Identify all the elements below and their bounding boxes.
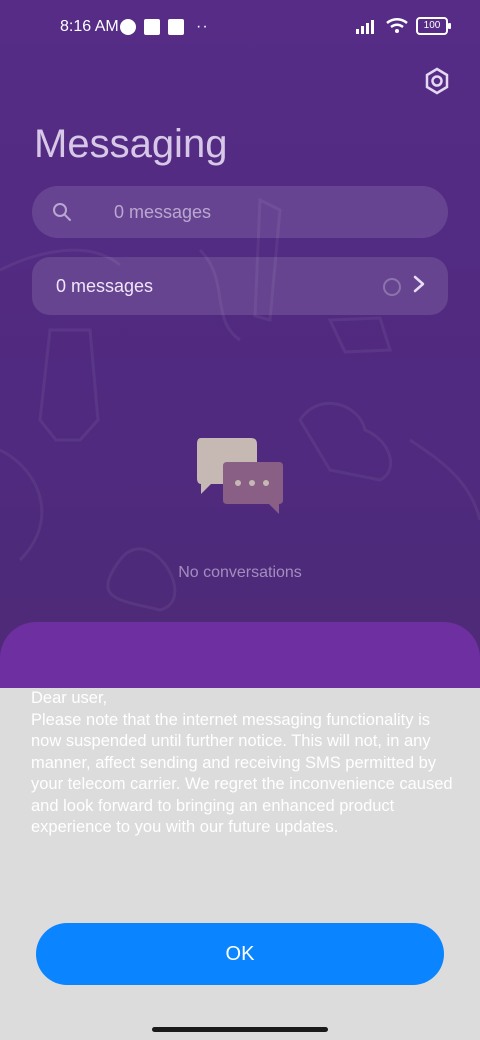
notification-app-icon [120, 19, 136, 35]
dialog-message: Dear user, Please note that the internet… [31, 689, 453, 836]
chat-bubbles-icon [197, 438, 283, 514]
battery-icon: 100 [416, 17, 451, 35]
search-icon [53, 203, 71, 221]
search-placeholder: 0 messages [114, 202, 212, 222]
status-notification-icons: ·· [120, 17, 209, 37]
signal-icon [356, 20, 374, 34]
messages-count-label: 0 messages [56, 276, 154, 296]
wifi-icon [386, 18, 408, 33]
empty-state-text: No conversations [178, 564, 302, 581]
settings-button[interactable] [422, 66, 452, 96]
status-more-icon: ·· [196, 18, 209, 35]
status-bar: 8:16 AM ·· 100 [0, 0, 480, 56]
notice-dialog: Dear user, Please note that the internet… [0, 688, 480, 1040]
settings-hex-icon [425, 67, 449, 95]
status-time: 8:16 AM [60, 18, 119, 35]
messages-summary-row[interactable]: 0 messages [32, 257, 448, 315]
ok-button[interactable]: OK [36, 923, 444, 985]
home-indicator[interactable] [152, 1027, 328, 1032]
chevron-right-icon [413, 275, 425, 293]
page-title: Messaging [34, 122, 228, 166]
status-right-icons: 100 [356, 17, 451, 35]
notification-square-icon [144, 19, 160, 35]
notification-arrow-icon [168, 19, 184, 35]
unread-indicator [383, 278, 401, 296]
search-bar[interactable]: 0 messages [32, 186, 448, 238]
